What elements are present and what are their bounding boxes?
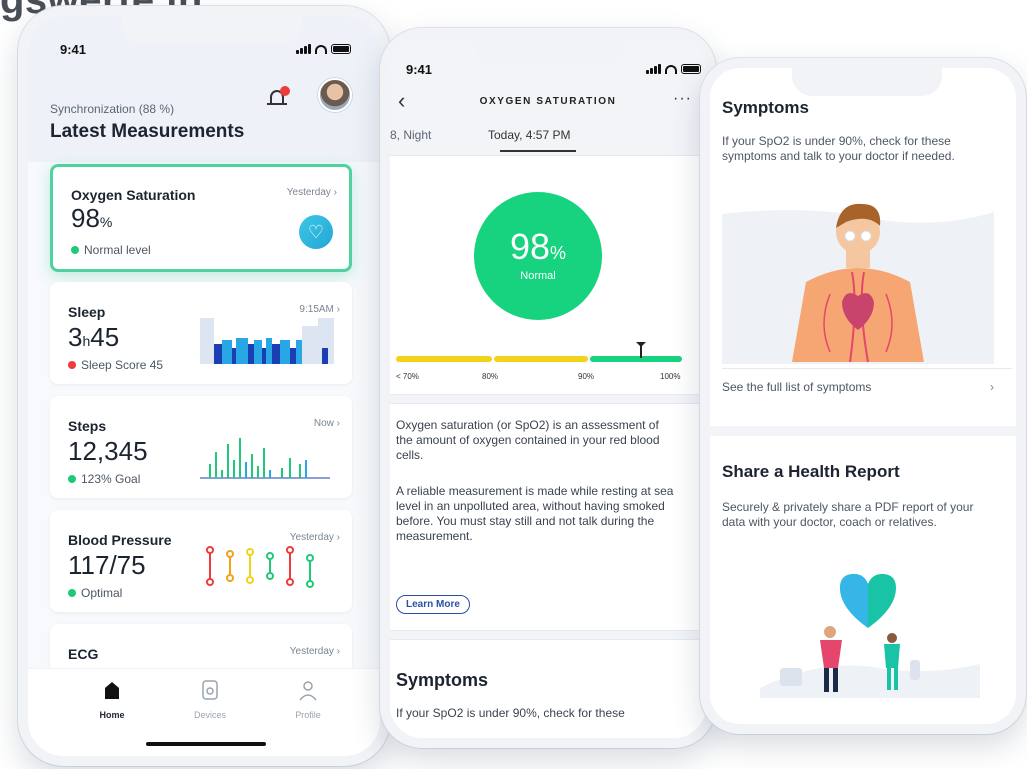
section-divider xyxy=(710,426,1016,436)
symptoms-text: If your SpO2 is under 90%, check for the… xyxy=(722,134,955,163)
wifi-icon xyxy=(665,64,677,74)
share-report-heading: Share a Health Report xyxy=(722,462,900,481)
wifi-icon xyxy=(315,44,327,54)
card-value: 12,345 xyxy=(68,436,148,466)
card-steps[interactable]: Steps Now › 12,345 123% Goal xyxy=(50,396,352,498)
status-dot xyxy=(68,361,76,369)
tab-current-day[interactable]: Today, 4:57 PM xyxy=(488,128,571,142)
scale-label: < 70% xyxy=(396,372,419,381)
status-dot xyxy=(68,589,76,597)
learn-more-button[interactable]: Learn More xyxy=(396,595,470,614)
tab-home[interactable]: Home xyxy=(82,679,142,720)
card-value: 3h45 xyxy=(68,322,120,352)
card-status: Optimal xyxy=(68,586,122,600)
spo2-value-circle: 98% Normal xyxy=(474,192,602,320)
card-blood-pressure[interactable]: Blood Pressure Yesterday › 117/75 Optima… xyxy=(50,510,352,612)
card-value: 117/75 xyxy=(68,550,146,580)
scale-label: 80% xyxy=(482,372,499,381)
section-divider xyxy=(390,630,706,640)
sync-status: Synchronization (88 %) xyxy=(50,102,175,116)
symptoms-heading: Symptoms xyxy=(396,670,489,690)
card-value: 98% xyxy=(71,203,113,233)
card-title: ECG xyxy=(68,646,99,662)
card-title: Oxygen Saturation xyxy=(71,187,196,203)
spo2-value: 98% xyxy=(509,226,567,267)
tab-previous-day[interactable]: 8, Night xyxy=(390,128,431,142)
share-report-text: Securely & privately share a PDF report … xyxy=(722,500,974,529)
card-title: Blood Pressure xyxy=(68,532,172,548)
scale-segment-mid xyxy=(494,356,588,362)
status-time: 9:41 xyxy=(406,62,433,77)
phone-oxygen-saturation-detail: 9:41 ‹ OXYGEN SATURATION ··· 8, Night To… xyxy=(380,28,716,748)
doctor-patient-illustration xyxy=(760,574,980,698)
phone-notch xyxy=(474,38,624,66)
card-status: 123% Goal xyxy=(68,472,140,486)
card-title: Steps xyxy=(68,418,107,434)
scale-label: 100% xyxy=(660,372,681,381)
see-full-list-symptoms-link[interactable]: See the full list of symptoms › xyxy=(722,380,994,394)
profile-icon xyxy=(299,681,317,701)
page-title: Latest Measurements xyxy=(50,121,245,142)
card-timestamp: Yesterday › xyxy=(289,646,340,657)
card-timestamp: Now › xyxy=(313,418,340,429)
circulatory-system-illustration xyxy=(722,203,994,364)
scale-marker xyxy=(636,342,646,358)
home-icon xyxy=(105,682,119,699)
section-divider xyxy=(390,394,706,404)
battery-icon xyxy=(331,44,351,54)
card-oxygen-saturation[interactable]: Oxygen Saturation Yesterday › 98% Normal… xyxy=(50,164,352,272)
status-dot xyxy=(71,246,79,254)
description-paragraph: Oxygen saturation (or SpO2) is an assess… xyxy=(396,418,660,462)
tab-devices[interactable]: Devices xyxy=(180,679,240,720)
card-sleep[interactable]: Sleep 9:15AM › 3h45 Sleep Score 45 xyxy=(50,282,352,384)
scale-label: 90% xyxy=(578,372,595,381)
measurement-tips-paragraph: A reliable measurement is made while res… xyxy=(396,484,674,543)
tab-bar: Home Devices Profile xyxy=(28,668,380,756)
status-icons xyxy=(296,44,351,54)
divider-line xyxy=(722,368,1012,369)
chevron-right-icon: › xyxy=(990,380,994,394)
card-title: Sleep xyxy=(68,304,106,320)
battery-icon xyxy=(681,64,701,74)
symptoms-text: If your SpO2 is under 90%, check for the… xyxy=(396,706,625,720)
screen-title: OXYGEN SATURATION xyxy=(479,96,617,107)
notification-bell-icon[interactable] xyxy=(266,86,290,110)
symptoms-heading: Symptoms xyxy=(722,98,809,117)
home-indicator xyxy=(146,742,266,746)
steps-chart xyxy=(200,438,330,479)
scale-segment-normal xyxy=(590,356,682,362)
scale-segment-low xyxy=(396,356,492,362)
card-status: Sleep Score 45 xyxy=(68,358,163,372)
phone-symptoms-report: Symptoms If your SpO2 is under 90%, chec… xyxy=(700,58,1026,734)
status-icons xyxy=(646,64,701,74)
devices-icon xyxy=(202,680,218,700)
active-tab-indicator xyxy=(500,150,576,152)
card-timestamp: Yesterday › xyxy=(286,187,337,198)
app-showcase: gswerte in 9:41 Synchronization (88 %) L… xyxy=(0,0,1027,769)
phone-notch xyxy=(122,16,302,44)
status-time: 9:41 xyxy=(60,42,87,57)
more-options-icon[interactable]: ··· xyxy=(673,90,692,108)
sleep-chart xyxy=(200,318,334,364)
avatar[interactable] xyxy=(318,78,352,112)
heart-icon: ♡ xyxy=(299,215,333,249)
spo2-status: Normal xyxy=(520,270,556,282)
status-dot xyxy=(68,475,76,483)
tab-profile[interactable]: Profile xyxy=(278,679,338,720)
signal-icon xyxy=(296,44,311,54)
signal-icon xyxy=(646,64,661,74)
phone-latest-measurements: 9:41 Synchronization (88 %) Latest Measu… xyxy=(18,6,390,766)
phone-notch xyxy=(792,68,942,96)
blood-pressure-chart xyxy=(206,546,314,588)
card-timestamp: 9:15AM › xyxy=(299,304,340,315)
card-status: Normal level xyxy=(71,243,151,257)
